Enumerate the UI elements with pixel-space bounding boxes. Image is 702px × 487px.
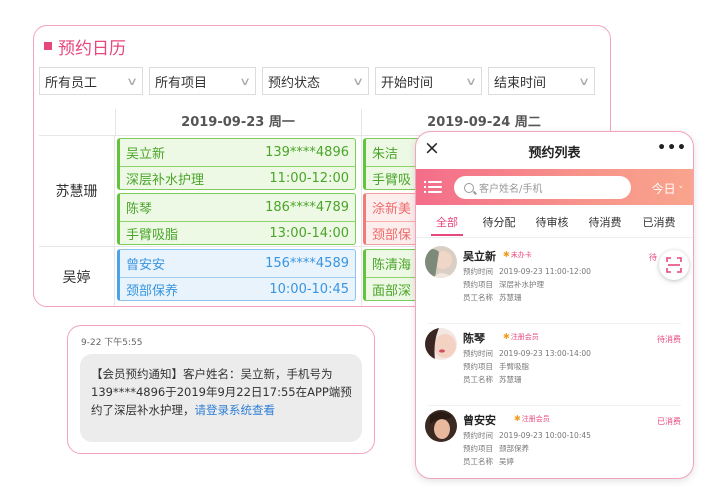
- filter-start-time-select[interactable]: 开始时间 ∨: [375, 67, 482, 95]
- chevron-down-icon: ∨: [238, 74, 252, 88]
- menu-list-icon[interactable]: [424, 179, 442, 195]
- appointment-card[interactable]: 吴立新 139****4896 深层补水护理 11:00-12:00: [117, 138, 356, 190]
- scan-icon: [666, 257, 682, 273]
- status-badge: 待消费: [657, 335, 681, 344]
- chevron-down-icon: ∨: [577, 74, 591, 88]
- status-tabs: 全部 待分配 待审核 待消费 已消费: [416, 205, 693, 238]
- tab-all[interactable]: 全部: [430, 214, 464, 230]
- customer-name: 陈琴: [463, 332, 485, 345]
- filter-bar: 所有员工 ∨ 所有项目 ∨ 预约状态 ∨ 开始时间 ∨ 结束时间 ∨: [39, 67, 607, 95]
- sms-timestamp: 9-22 下午5:55: [81, 338, 143, 348]
- date-filter-dropdown[interactable]: 今日 ˅: [652, 180, 683, 197]
- chevron-down-icon: ∨: [464, 74, 478, 88]
- tab-pending-review[interactable]: 待审核: [532, 214, 572, 230]
- phone-nav-bar: × 预约列表 •••: [416, 132, 693, 169]
- search-input[interactable]: 客户姓名/手机: [454, 176, 631, 199]
- status-badge: 待: [649, 253, 657, 262]
- appointment-card[interactable]: 陈琴 186****4789 手臂吸脂 13:00-14:00: [117, 193, 356, 245]
- chevron-down-icon: ∨: [351, 74, 365, 88]
- appointment-list-item[interactable]: 吴立新 ✱未办卡 预约时间 2019-09-23 11:00-12:00 预约项目…: [416, 242, 693, 324]
- avatar: [425, 246, 457, 278]
- member-tag: ✱注册会员: [514, 414, 550, 423]
- appointment-list-item[interactable]: 曾安安 ✱注册会员 预约时间 2019-09-23 10:00-10:45 预约项…: [416, 406, 693, 478]
- active-tab-indicator: [431, 234, 463, 236]
- appointment-list-item[interactable]: 陈琴 ✱注册会员 预约时间 2019-09-23 13:00-14:00 预约项目…: [416, 324, 693, 406]
- chevron-down-icon: ∨: [125, 74, 139, 88]
- chevron-down-icon: ˅: [675, 186, 683, 196]
- column-divider: [361, 109, 362, 306]
- member-tag: ✱未办卡: [503, 250, 532, 259]
- title-marker-icon: [44, 42, 52, 50]
- scan-button[interactable]: [659, 250, 689, 280]
- more-options-icon[interactable]: •••: [657, 140, 687, 156]
- sms-notification-panel: 9-22 下午5:55 【会员预约通知】客户姓名：吴立新，手机号为139****…: [67, 325, 375, 454]
- sms-message-bubble: 【会员预约通知】客户姓名：吴立新，手机号为139****4896于2019年9月…: [80, 354, 362, 442]
- customer-name: 吴立新: [463, 250, 496, 263]
- star-icon: ✱: [503, 250, 510, 259]
- staff-name: 吴婷: [39, 247, 115, 306]
- avatar: [425, 410, 457, 442]
- calendar-title: 预约日历: [44, 36, 126, 59]
- member-tag: ✱注册会员: [503, 332, 539, 341]
- star-icon: ✱: [514, 414, 521, 423]
- appointment-card[interactable]: 曾安安 156****4589 颈部保养 10:00-10:45: [117, 249, 356, 301]
- status-badge: 已消费: [657, 417, 681, 426]
- tab-pending-consume[interactable]: 待消费: [585, 214, 625, 230]
- date-header: 2019-09-23 周一: [181, 115, 295, 130]
- customer-name: 曾安安: [463, 414, 496, 427]
- sms-login-link[interactable]: 请登录系统查看: [195, 403, 276, 417]
- filter-project-select[interactable]: 所有项目 ∨: [149, 67, 256, 95]
- filter-status-select[interactable]: 预约状态 ∨: [262, 67, 369, 95]
- column-divider: [115, 109, 116, 136]
- filter-end-time-select[interactable]: 结束时间 ∨: [488, 67, 595, 95]
- staff-name: 苏慧珊: [39, 136, 115, 246]
- avatar: [425, 328, 457, 360]
- tab-pending-assign[interactable]: 待分配: [479, 214, 519, 230]
- filter-staff-select[interactable]: 所有员工 ∨: [39, 67, 143, 95]
- appointment-list-phone: × 预约列表 ••• 客户姓名/手机 今日 ˅ 全部 待分配 待审核 待消费 已…: [415, 131, 694, 479]
- tab-consumed[interactable]: 已消费: [639, 214, 679, 230]
- star-icon: ✱: [503, 332, 510, 341]
- search-icon: [464, 182, 474, 193]
- page-title: 预约列表: [528, 146, 581, 161]
- search-bar: 客户姓名/手机 今日 ˅: [416, 169, 693, 205]
